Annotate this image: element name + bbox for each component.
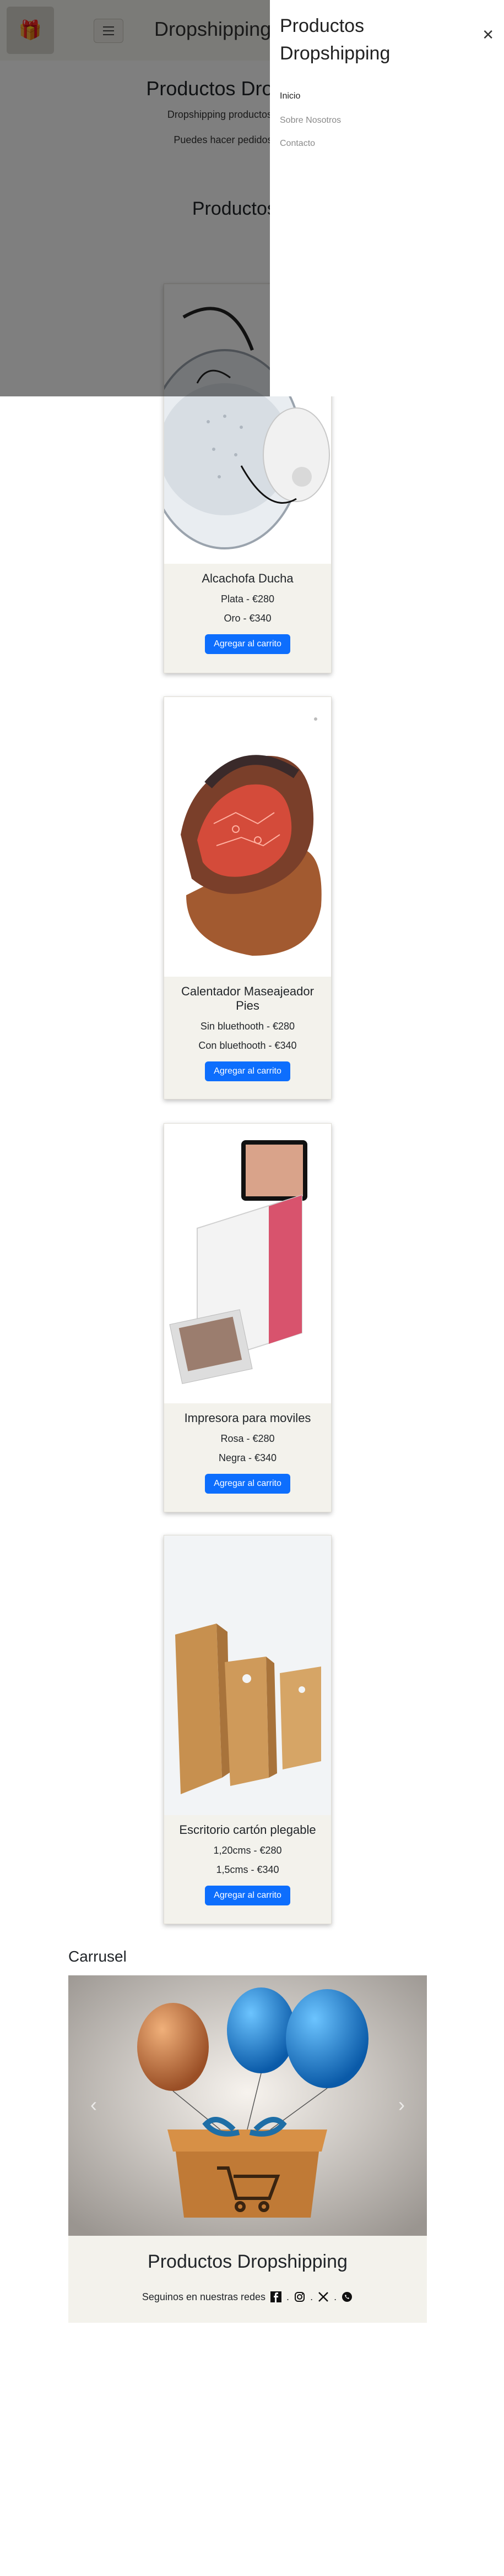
product-option: Oro - €340	[224, 613, 272, 624]
add-to-cart-button[interactable]: Agregar al carrito	[205, 634, 290, 654]
product-image-cardboard-desk	[164, 1535, 331, 1815]
facebook-icon[interactable]	[270, 2291, 282, 2303]
footer: Productos Dropshipping Seguinos en nuest…	[68, 2236, 427, 2323]
product-card: Calentador Maseajeador Pies Sin bluethoo…	[164, 696, 332, 1099]
add-to-cart-button[interactable]: Agregar al carrito	[205, 1474, 290, 1494]
offcanvas-menu: Productos Dropshipping ✕ Inicio Sobre No…	[270, 0, 504, 396]
product-option: Negra - €340	[218, 1452, 277, 1463]
chevron-right-icon[interactable]: ›	[398, 2093, 405, 2116]
add-to-cart-button[interactable]: Agregar al carrito	[205, 1886, 290, 1905]
whatsapp-icon[interactable]	[341, 2291, 353, 2303]
product-card-body: Escritorio cartón plegable 1,20cms - €28…	[164, 1815, 331, 1905]
product-option: 1,5cms - €340	[216, 1864, 279, 1875]
product-name: Calentador Maseajeador Pies	[181, 984, 314, 1012]
offcanvas-title: Productos Dropshipping	[280, 12, 390, 67]
product-card-body: Impresora para moviles Rosa - €280 Negra…	[164, 1403, 331, 1494]
instagram-icon[interactable]	[294, 2291, 306, 2303]
product-card: Escritorio cartón plegable 1,20cms - €28…	[164, 1535, 332, 1924]
chevron-left-icon[interactable]: ‹	[90, 2093, 97, 2116]
product-image-foot-warmer	[164, 697, 331, 977]
separator: .	[310, 2291, 313, 2302]
add-to-cart-button[interactable]: Agregar al carrito	[205, 1061, 290, 1081]
nav-link-inicio[interactable]: Inicio	[280, 91, 300, 101]
separator: .	[286, 2291, 290, 2302]
product-option: Sin bluethooth - €280	[200, 1021, 295, 1032]
footer-title: Productos Dropshipping	[148, 2251, 348, 2272]
offcanvas-title-line: Dropshipping	[280, 43, 391, 64]
product-name: Alcachofa Ducha	[202, 571, 294, 585]
product-option: Con bluethooth - €340	[198, 1040, 297, 1051]
product-card-body: Calentador Maseajeador Pies Sin bluethoo…	[164, 977, 331, 1081]
footer-social: Seguinos en nuestras redes . . .	[68, 2291, 427, 2303]
footer-social-text: Seguinos en nuestras redes	[142, 2291, 266, 2302]
carousel: ‹ ›	[68, 1975, 427, 2236]
x-icon[interactable]	[317, 2291, 329, 2303]
offcanvas-title-line: Productos	[280, 15, 365, 36]
product-option: Rosa - €280	[220, 1433, 275, 1444]
product-card-body: Alcachofa Ducha Plata - €280 Oro - €340 …	[164, 564, 331, 654]
product-name: Impresora para moviles	[184, 1411, 311, 1425]
carousel-title: Carrusel	[68, 1948, 127, 1965]
nav-link-contacto[interactable]: Contacto	[280, 139, 315, 149]
product-card: Impresora para moviles Rosa - €280 Negra…	[164, 1123, 332, 1512]
product-option: Plata - €280	[220, 593, 275, 604]
product-option: 1,20cms - €280	[213, 1845, 282, 1856]
nav-link-sobre-nosotros[interactable]: Sobre Nosotros	[280, 116, 341, 126]
separator: .	[334, 2291, 337, 2302]
carousel-image-gift-balloons	[68, 1975, 427, 2236]
product-image-phone-printer	[164, 1124, 331, 1403]
page: 🎁 Dropshipping Productos Dropshipping Dr…	[0, 0, 504, 2576]
product-name: Escritorio cartón plegable	[179, 1823, 316, 1837]
offcanvas-backdrop[interactable]	[0, 0, 270, 396]
close-icon[interactable]: ✕	[482, 26, 494, 43]
